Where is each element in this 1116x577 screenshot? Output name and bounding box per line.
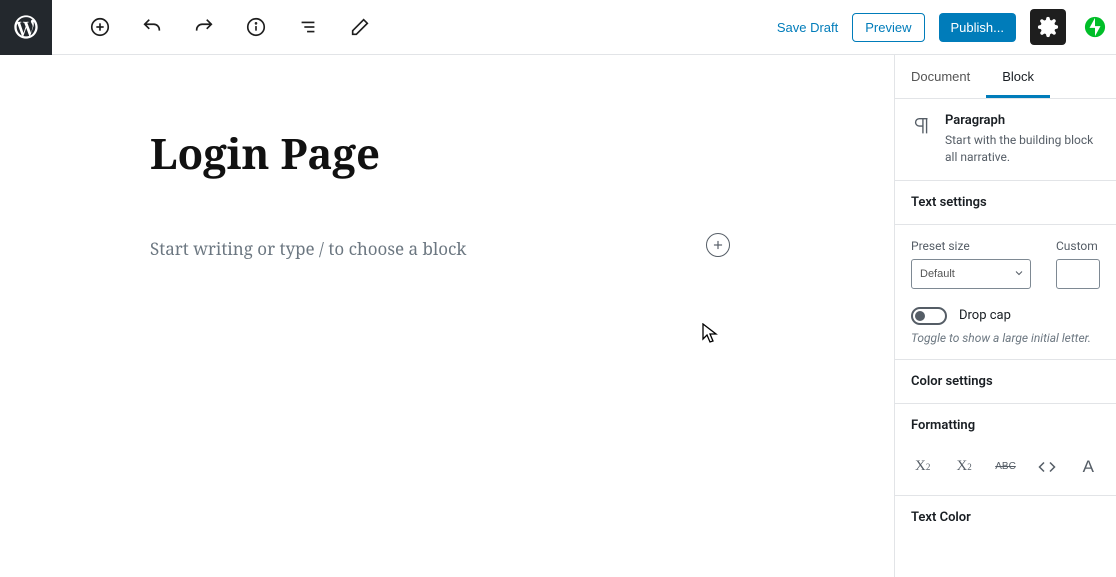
add-block-button[interactable] (82, 9, 118, 45)
formatting-header: Formatting (895, 404, 1116, 447)
plus-icon (711, 238, 725, 252)
formatting-buttons: X2 X2 ABC A (895, 447, 1116, 496)
mouse-cursor (702, 323, 720, 349)
text-settings-body: Preset size Default Custom (895, 225, 1116, 360)
post-title[interactable]: Login Page (150, 125, 894, 182)
info-icon (245, 16, 267, 38)
editor-body: Login Page Start writing or type / to ch… (0, 55, 1116, 577)
code-icon (1038, 458, 1056, 476)
code-button[interactable] (1035, 453, 1058, 481)
list-icon (297, 16, 319, 38)
info-button[interactable] (238, 9, 274, 45)
redo-icon (193, 16, 215, 38)
block-desc: Start with the building block all narrat… (945, 132, 1100, 166)
jetpack-icon (1084, 16, 1106, 38)
redo-button[interactable] (186, 9, 222, 45)
gear-icon (1037, 16, 1059, 38)
pencil-icon (349, 16, 371, 38)
editor-inner: Login Page Start writing or type / to ch… (0, 55, 894, 260)
toolbar-group (80, 9, 380, 45)
topbar-left (0, 0, 380, 54)
wp-logo[interactable] (0, 0, 52, 55)
text-color-button[interactable]: A (1077, 453, 1100, 481)
settings-sidebar: Document Block Paragraph Start with the … (894, 55, 1116, 577)
topbar-right: Save Draft Preview Publish... (777, 9, 1116, 45)
undo-icon (141, 16, 163, 38)
dropcap-hint: Toggle to show a large initial letter. (911, 331, 1100, 345)
plus-circle-icon (89, 16, 111, 38)
text-color-header[interactable]: Text Color (895, 496, 1116, 539)
block-info-section: Paragraph Start with the building block … (895, 99, 1116, 181)
editor-topbar: Save Draft Preview Publish... (0, 0, 1116, 55)
subscript-button[interactable]: X2 (952, 453, 975, 481)
inline-add-block-button[interactable] (706, 233, 730, 257)
paragraph-icon (911, 113, 933, 166)
preview-button[interactable]: Preview (852, 13, 924, 42)
editor-canvas[interactable]: Login Page Start writing or type / to ch… (0, 55, 894, 577)
strikethrough-button[interactable]: ABC (994, 453, 1017, 481)
navigation-button[interactable] (290, 9, 326, 45)
wordpress-icon (12, 13, 40, 41)
edit-mode-button[interactable] (342, 9, 378, 45)
superscript-button[interactable]: X2 (911, 453, 934, 481)
jetpack-button[interactable] (1080, 9, 1110, 45)
tab-document[interactable]: Document (895, 55, 986, 98)
paragraph-block[interactable]: Start writing or type / to choose a bloc… (150, 237, 730, 260)
undo-button[interactable] (134, 9, 170, 45)
save-draft-button[interactable]: Save Draft (777, 20, 838, 35)
text-settings-header[interactable]: Text settings (895, 181, 1116, 225)
dropcap-label: Drop cap (959, 308, 1011, 323)
preset-size-select[interactable]: Default (911, 259, 1031, 289)
paragraph-placeholder: Start writing or type / to choose a bloc… (150, 237, 466, 260)
custom-size-label: Custom (1056, 239, 1100, 253)
block-name: Paragraph (945, 113, 1100, 128)
sidebar-tabs: Document Block (895, 55, 1116, 99)
color-settings-header[interactable]: Color settings (895, 360, 1116, 404)
preset-size-label: Preset size (911, 239, 1046, 253)
custom-size-input[interactable] (1056, 259, 1100, 289)
tab-block[interactable]: Block (986, 55, 1050, 98)
dropcap-toggle[interactable] (911, 307, 947, 325)
settings-button[interactable] (1030, 9, 1066, 45)
publish-button[interactable]: Publish... (939, 13, 1016, 42)
